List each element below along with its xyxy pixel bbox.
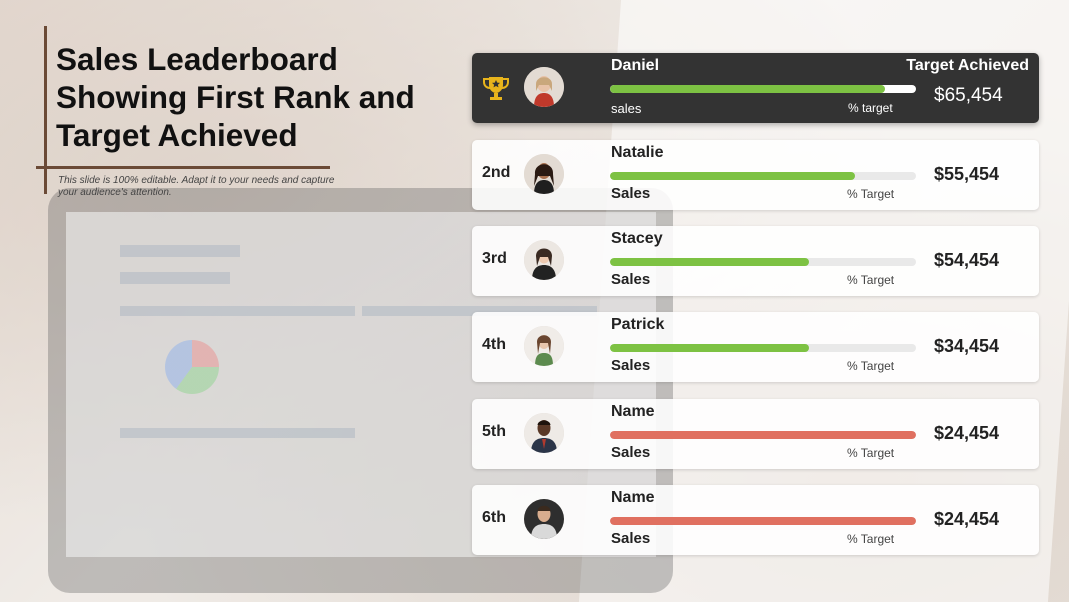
person-name: Name: [611, 403, 655, 420]
sales-label: Sales: [611, 271, 651, 288]
rank-label: 2nd: [482, 164, 511, 181]
person-name: Natalie: [611, 144, 664, 161]
leaderboard-row[interactable]: 4th Patrick Sales % Target $34,454: [472, 312, 1039, 382]
sales-amount: $24,454: [934, 423, 1000, 443]
avatar: [524, 499, 564, 539]
percent-target-label: % Target: [847, 532, 895, 546]
person-name: Stacey: [611, 230, 663, 247]
progress-track: [610, 258, 916, 266]
avatar: [524, 413, 564, 453]
percent-target-label: % target: [848, 101, 893, 115]
avatar: [524, 326, 564, 366]
progress-fill: [610, 172, 855, 180]
slide-title: Sales Leaderboard Showing First Rank and…: [56, 41, 415, 153]
percent-target-label: % Target: [847, 187, 895, 201]
avatar: [524, 240, 564, 280]
percent-target-label: % Target: [847, 273, 895, 287]
progress-fill: [610, 431, 916, 439]
leader-name: Daniel: [611, 57, 660, 74]
avatar: [524, 67, 564, 107]
target-achieved-badge: Target Achieved: [906, 57, 1029, 74]
sales-amount: $55,454: [934, 164, 1000, 184]
leaderboard-row[interactable]: 3rd Stacey Sales % Target $54,454: [472, 226, 1039, 296]
leaderboard-row[interactable]: 5th Name Sales % Target $24,454: [472, 399, 1039, 469]
leaderboard-row[interactable]: 6th Name Sales % Target $24,454: [472, 485, 1039, 555]
sales-label: Sales: [611, 444, 651, 461]
rank-label: 3rd: [482, 250, 507, 267]
person-name: Patrick: [611, 316, 665, 333]
sales-label: Sales: [611, 185, 651, 202]
progress-fill: [610, 85, 886, 93]
progress-fill: [610, 258, 809, 266]
sales-label: sales: [611, 101, 642, 116]
progress-fill: [610, 517, 916, 525]
sales-amount: $54,454: [934, 250, 1000, 270]
sales-amount: $65,454: [934, 85, 1003, 106]
sales-amount: $24,454: [934, 509, 1000, 529]
rank-label: 4th: [482, 336, 506, 353]
person-name: Name: [611, 489, 655, 506]
progress-track: [610, 517, 916, 525]
progress-track: [610, 172, 916, 180]
progress-track: [610, 85, 916, 93]
percent-target-label: % Target: [847, 446, 895, 460]
trophy-icon: [481, 73, 511, 103]
title-underline: [36, 166, 330, 169]
progress-track: [610, 431, 916, 439]
sales-amount: $34,454: [934, 336, 1000, 356]
rank-label: 6th: [482, 509, 506, 526]
progress-fill: [610, 344, 809, 352]
leader-card[interactable]: Daniel Target Achieved sales % target $6…: [472, 53, 1039, 123]
leaderboard-row[interactable]: 2nd Natalie Sales % Target $55,454: [472, 140, 1039, 210]
progress-track: [610, 344, 916, 352]
slide-subtitle: This slide is 100% editable. Adapt it to…: [58, 175, 335, 198]
rank-label: 5th: [482, 423, 506, 440]
percent-target-label: % Target: [847, 359, 895, 373]
avatar: [524, 154, 564, 194]
sales-label: Sales: [611, 357, 651, 374]
sales-label: Sales: [611, 530, 651, 547]
